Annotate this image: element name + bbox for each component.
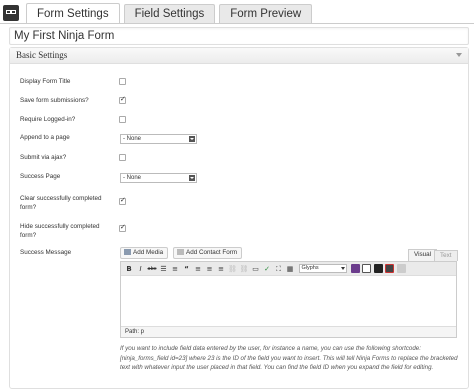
append-page-select[interactable]: - None [120, 134, 197, 144]
tab-text[interactable]: Text [434, 250, 458, 261]
plugin-icon[interactable] [350, 264, 360, 273]
unlink-icon[interactable]: ⛓ [239, 264, 249, 274]
dropdown-arrow-icon [189, 136, 195, 142]
panel-header[interactable]: Basic Settings [10, 48, 468, 64]
require-login-label: Require Logged-in? [20, 116, 76, 123]
basic-settings-panel: Basic Settings Display Form Title Save f… [9, 47, 469, 389]
add-contact-form-button[interactable]: Add Contact Form [173, 247, 243, 259]
save-submissions-checkbox[interactable] [119, 95, 126, 104]
clear-completed-label-line2: form? [20, 204, 37, 211]
editor-toolbar: B I abc ☰ ≡ “ ≡ ≡ ≡ ⛓ ⛓ ▭ ✓ ⛶ ▦ Glyphs [121, 262, 456, 276]
tab-bar: Form Settings Field Settings Form Previe… [2, 2, 474, 24]
hide-completed-checkbox[interactable] [119, 223, 126, 232]
ninja-icon[interactable] [373, 264, 383, 273]
template-icon[interactable] [362, 264, 371, 273]
tab-form-settings[interactable]: Form Settings [26, 3, 120, 24]
help-line-3: text with whatever input the user placed… [120, 364, 434, 371]
help-line-2: [ninja_forms_field id=23] where 23 is th… [120, 354, 458, 362]
bullet-list-icon[interactable]: ☰ [159, 264, 169, 274]
form-title-input[interactable] [9, 27, 469, 45]
blockquote-icon[interactable]: “ [182, 264, 192, 274]
align-left-icon[interactable]: ≡ [193, 264, 203, 274]
success-page-label: Success Page [20, 173, 61, 180]
success-message-editor[interactable]: B I abc ☰ ≡ “ ≡ ≡ ≡ ⛓ ⛓ ▭ ✓ ⛶ ▦ Glyphs P… [120, 261, 457, 338]
success-page-value: - None [123, 175, 142, 181]
save-submissions-label: Save form submissions? [20, 97, 89, 104]
glyphs-select[interactable]: Glyphs [298, 264, 347, 273]
fullscreen-icon[interactable]: ⛶ [274, 264, 284, 274]
link-icon[interactable]: ⛓ [228, 264, 238, 274]
glyphs-value: Glyphs [301, 265, 319, 271]
editor-path: Path: p [121, 326, 456, 337]
help-line-1: If you want to include field data entere… [120, 345, 421, 352]
collapse-arrow-icon[interactable] [456, 53, 462, 57]
dropdown-arrow-icon [189, 175, 195, 181]
submit-ajax-checkbox[interactable] [119, 154, 126, 161]
italic-icon[interactable]: I [136, 264, 146, 274]
display-title-label: Display Form Title [20, 78, 71, 85]
append-page-label: Append to a page [20, 134, 70, 141]
clear-completed-label-line1: Clear successfully completed [20, 195, 102, 202]
append-page-value: - None [123, 136, 142, 142]
clear-completed-checkbox[interactable] [119, 196, 126, 205]
panel-title: Basic Settings [16, 50, 68, 60]
success-page-select[interactable]: - None [120, 173, 197, 183]
strikethrough-icon[interactable]: abc [147, 264, 157, 274]
align-right-icon[interactable]: ≡ [216, 264, 226, 274]
require-login-checkbox[interactable] [119, 116, 126, 123]
dropdown-arrow-icon [340, 267, 345, 270]
display-title-checkbox[interactable] [119, 78, 126, 85]
media-icon [124, 249, 131, 255]
tab-visual[interactable]: Visual [408, 249, 438, 261]
tab-form-preview[interactable]: Form Preview [219, 4, 313, 23]
tab-field-settings[interactable]: Field Settings [123, 4, 216, 23]
add-contact-form-label: Add Contact Form [186, 249, 238, 256]
contact-form-icon [177, 249, 184, 255]
align-center-icon[interactable]: ≡ [205, 264, 215, 274]
hide-completed-label-line2: form? [20, 232, 37, 239]
spellcheck-icon[interactable]: ✓ [262, 264, 272, 274]
add-media-button[interactable]: Add Media [120, 247, 169, 259]
numbered-list-icon[interactable]: ≡ [170, 264, 180, 274]
avatar-icon[interactable] [396, 264, 406, 273]
more-icon[interactable]: ▭ [251, 264, 261, 274]
hide-completed-label-line1: Hide successfully completed [20, 223, 100, 230]
ninja-forms-logo-icon [3, 5, 19, 21]
clear-completed-label: Clear successfully completed form? [20, 194, 102, 212]
shortcode-icon[interactable] [385, 264, 394, 273]
kitchen-sink-icon[interactable]: ▦ [285, 264, 295, 274]
tab-divider [0, 23, 474, 24]
add-media-label: Add Media [133, 249, 164, 256]
bold-icon[interactable]: B [124, 264, 134, 274]
shortcode-help-text: If you want to include field data entere… [120, 344, 460, 373]
submit-ajax-label: Submit via ajax? [20, 154, 67, 161]
hide-completed-label: Hide successfully completed form? [20, 222, 99, 240]
success-message-label: Success Message [20, 249, 72, 256]
